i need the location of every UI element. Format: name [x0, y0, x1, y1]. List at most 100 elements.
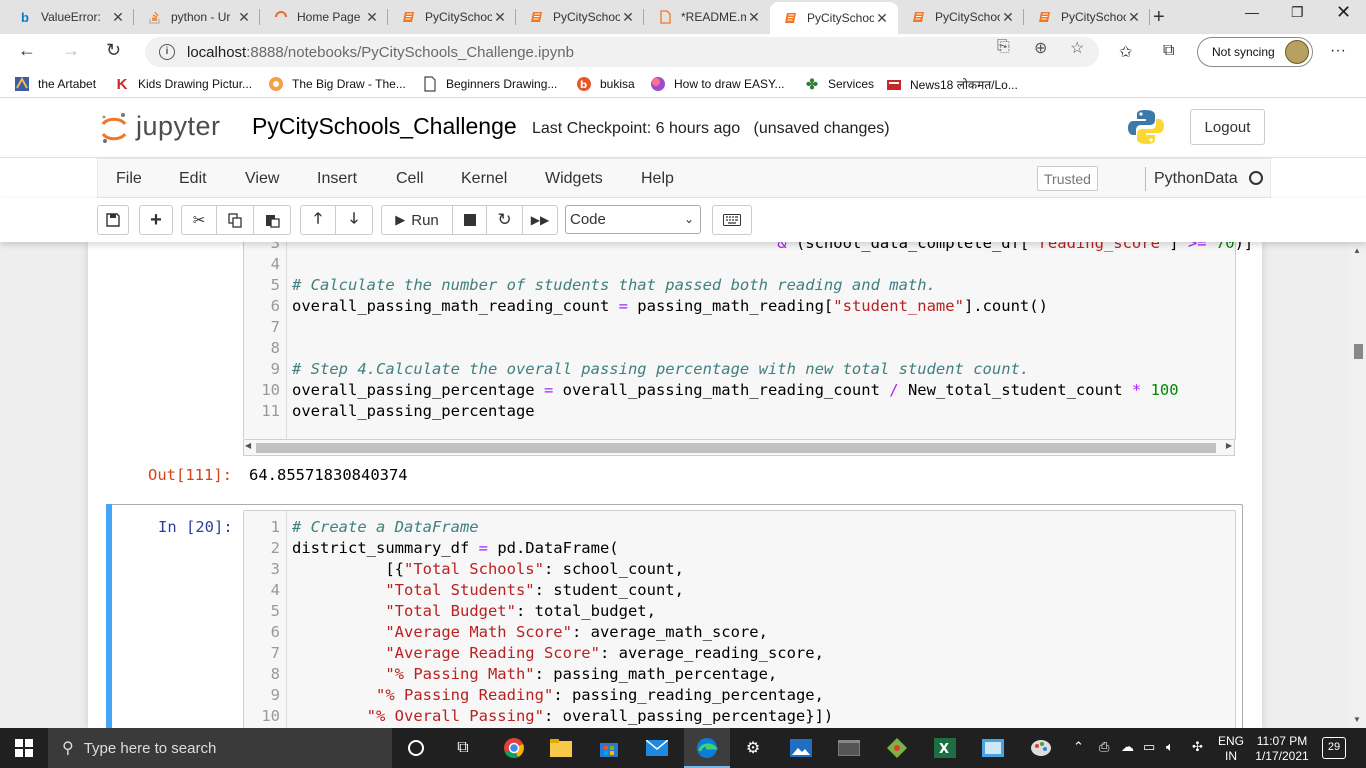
cell-type-select[interactable]: Code ⌄ — [565, 205, 701, 234]
scroll-up-icon[interactable]: ▲ — [1353, 246, 1361, 255]
code-line[interactable]: 7 — [244, 317, 1244, 338]
browser-tab[interactable]: b ValueError: ✕ — [4, 3, 134, 31]
git-icon[interactable] — [885, 736, 909, 760]
read-aloud-icon[interactable]: ⎘ — [997, 38, 1010, 56]
vertical-scrollbar[interactable]: ▲ ▼ — [1349, 242, 1366, 728]
scrollbar-thumb[interactable] — [1354, 344, 1363, 359]
browser-tab-active[interactable]: PyCitySchoo ✕ — [770, 2, 898, 34]
menu-file[interactable]: File — [116, 170, 142, 188]
mail-icon[interactable] — [645, 736, 669, 760]
forward-icon[interactable]: → — [62, 40, 80, 61]
close-icon[interactable]: ✕ — [1126, 9, 1142, 26]
code-line[interactable]: 9 # Step 4.Calculate the overall passing … — [244, 359, 1244, 380]
bookmark-item[interactable]: How to draw EASY... — [650, 76, 785, 92]
code-line[interactable]: 2 district_summary_df = pd.DataFrame( — [244, 538, 1244, 559]
menu-edit[interactable]: Edit — [179, 170, 207, 188]
paint-icon[interactable] — [1029, 736, 1053, 760]
favorite-star-icon[interactable]: ☆ — [1070, 38, 1084, 58]
terminal-icon[interactable] — [837, 736, 861, 760]
bookmark-item[interactable]: ✤ Services — [804, 76, 874, 92]
collections-icon[interactable]: ⧉ — [1163, 42, 1174, 60]
move-up-button[interactable]: 🡑 — [300, 205, 336, 235]
code-line[interactable]: 1 # Create a DataFrame — [244, 517, 1244, 538]
trusted-indicator[interactable]: Trusted — [1037, 166, 1098, 191]
menu-help[interactable]: Help — [641, 170, 674, 188]
jupyter-logo[interactable]: jupyter — [100, 111, 221, 143]
cortana-icon[interactable] — [404, 736, 428, 760]
close-icon[interactable]: ✕ — [620, 9, 636, 26]
scroll-left-icon[interactable]: ◀ — [245, 441, 251, 450]
code-line[interactable]: 3 [{"Total Schools": school_count, — [244, 559, 1244, 580]
chrome-icon[interactable] — [502, 736, 526, 760]
paste-button[interactable] — [254, 205, 291, 235]
interrupt-button[interactable] — [453, 205, 487, 235]
task-view-icon[interactable]: ⧉ — [451, 736, 475, 760]
code-editor[interactable]: 3 & (school_data_complete_df["reading_sc… — [243, 242, 1253, 440]
browser-tab[interactable]: PyCitySchoo ✕ — [516, 3, 644, 31]
code-line[interactable]: 3 & (school_data_complete_df["reading_sc… — [244, 242, 1254, 254]
browser-tab[interactable]: python - Ur ✕ — [134, 3, 260, 31]
bookmark-item[interactable]: b bukisa — [576, 76, 635, 92]
notification-center-icon[interactable]: 29 — [1322, 737, 1346, 759]
code-line[interactable]: 8 — [244, 338, 1244, 359]
more-menu-icon[interactable]: ··· — [1330, 42, 1346, 60]
close-icon[interactable]: ✕ — [746, 9, 762, 26]
excel-icon[interactable]: X — [933, 736, 957, 760]
browser-tab[interactable]: PyCitySchoo ✕ — [898, 3, 1024, 31]
browser-tab[interactable]: PyCitySchoo ✕ — [388, 3, 516, 31]
code-line[interactable]: 10 overall_passing_percentage = overall_p… — [244, 380, 1244, 401]
run-button[interactable]: ▶ Run — [381, 205, 453, 235]
code-line[interactable]: 5 "Total Budget": total_budget, — [244, 601, 1244, 622]
bookmark-item[interactable]: the Artabet — [14, 76, 96, 92]
code-line[interactable]: 8 "% Passing Math": passing_math_percent… — [244, 664, 1244, 685]
close-icon[interactable]: ✕ — [1000, 9, 1016, 26]
zoom-icon[interactable]: ⊕ — [1034, 38, 1047, 58]
code-editor[interactable]: 1 # Create a DataFrame 2 district_summary_d… — [243, 510, 1236, 728]
battery-icon[interactable]: ▭ — [1143, 739, 1155, 754]
back-icon[interactable]: ← — [18, 40, 36, 61]
close-icon[interactable]: ✕ — [110, 9, 126, 26]
close-icon[interactable]: ✕ — [236, 9, 252, 26]
clock[interactable]: 11:07 PM 1/17/2021 — [1252, 734, 1312, 764]
save-button[interactable] — [97, 205, 129, 235]
taskbar-search-input[interactable]: ⚲ Type here to search — [48, 728, 392, 768]
code-line[interactable]: 9 "% Passing Reading": passing_reading_p… — [244, 685, 1244, 706]
favorites-icon[interactable]: ✩ — [1119, 42, 1132, 62]
code-line[interactable]: 4 "Total Students": student_count, — [244, 580, 1244, 601]
cut-button[interactable]: ✂ — [181, 205, 217, 235]
insert-cell-button[interactable]: + — [139, 205, 173, 235]
onedrive-cloud-icon[interactable]: ☁ — [1121, 739, 1134, 754]
url-input[interactable]: i localhost:8888/notebooks/PyCitySchools… — [145, 37, 1099, 67]
browser-tab[interactable]: PyCitySchoo ✕ — [1024, 3, 1150, 31]
copy-button[interactable] — [217, 205, 254, 235]
store-icon[interactable] — [597, 736, 621, 760]
kernel-name[interactable]: PythonData — [1154, 170, 1238, 188]
close-icon[interactable]: ✕ — [492, 9, 508, 26]
minimize-icon[interactable]: — — [1245, 4, 1259, 20]
meet-now-icon[interactable]: ⎙ — [1099, 739, 1109, 754]
close-window-icon[interactable]: ✕ — [1336, 2, 1351, 23]
profile-sync-button[interactable]: Not syncing — [1197, 37, 1313, 67]
logout-button[interactable]: Logout — [1190, 109, 1265, 145]
browser-tab[interactable]: *README.m ✕ — [644, 3, 770, 31]
code-line[interactable]: 11 overall_passing_percentage — [244, 401, 1244, 422]
photos-icon[interactable] — [789, 736, 813, 760]
menu-insert[interactable]: Insert — [317, 170, 357, 188]
volume-icon[interactable]: 🔈︎ — [1166, 739, 1174, 754]
bookmark-item[interactable]: K Kids Drawing Pictur... — [114, 76, 252, 93]
language-indicator[interactable]: ENG IN — [1218, 734, 1244, 764]
menu-widgets[interactable]: Widgets — [545, 170, 603, 188]
edge-taskbar-active[interactable] — [684, 728, 730, 768]
code-line[interactable]: 7 "Average Reading Score": average_readi… — [244, 643, 1244, 664]
tray-overflow-icon[interactable]: ⌃ — [1073, 739, 1084, 754]
close-icon[interactable]: ✕ — [874, 10, 890, 27]
menu-cell[interactable]: Cell — [396, 170, 424, 188]
command-palette-button[interactable] — [712, 205, 752, 235]
restart-run-all-button[interactable]: ▶▶ — [523, 205, 558, 235]
horizontal-scrollbar[interactable]: ◀ ▶ — [243, 440, 1235, 456]
scroll-right-icon[interactable]: ▶ — [1226, 441, 1232, 450]
restore-icon[interactable]: ❐ — [1291, 4, 1304, 21]
settings-gear-icon[interactable]: ⚙ — [741, 736, 765, 760]
windows-start-icon[interactable] — [12, 736, 36, 760]
code-line[interactable]: 6 overall_passing_math_reading_count = pa… — [244, 296, 1244, 317]
